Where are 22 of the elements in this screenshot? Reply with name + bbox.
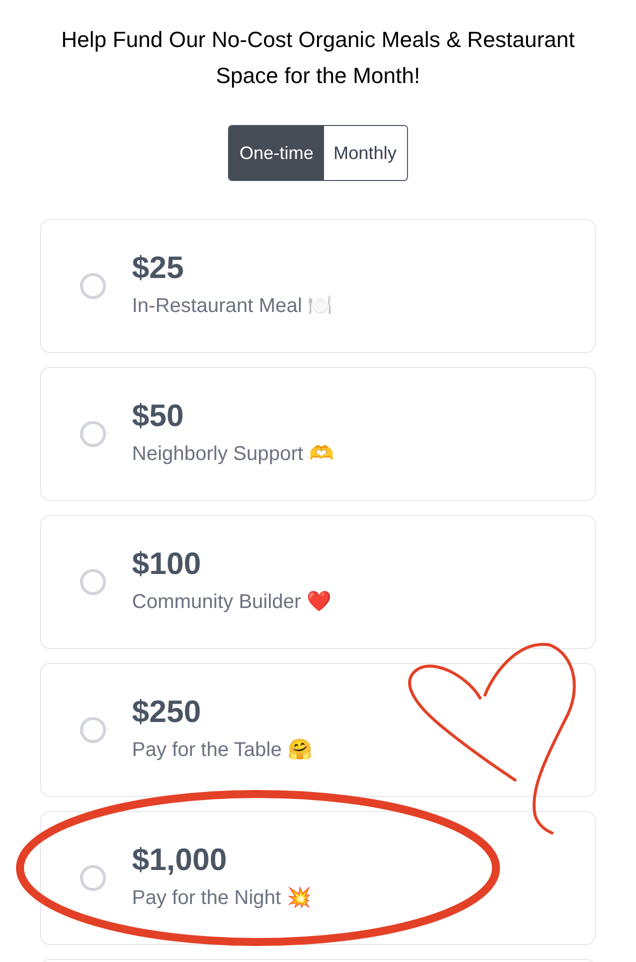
donation-amount: $50 (132, 397, 185, 435)
radio-button[interactable] (80, 717, 106, 743)
radio-button[interactable] (80, 569, 106, 595)
radio-button[interactable] (80, 421, 106, 447)
radio-button[interactable] (80, 273, 106, 299)
donation-amount: $250 (132, 693, 202, 731)
donation-option[interactable]: $250 Pay for the Table 🤗 (40, 663, 596, 797)
donation-option[interactable]: $25 In-Restaurant Meal 🍽 (40, 219, 596, 353)
donation-description: Community Builder ❤ (132, 590, 332, 615)
radio-button[interactable] (80, 865, 106, 891)
donation-option[interactable]: $1,000 Pay for the Night 💥 (40, 811, 596, 945)
donation-description: Pay for the Table 🤗 (132, 738, 312, 763)
donation-option[interactable]: $50 Neighborly Support 🫶 (40, 367, 596, 501)
donation-amount: $1,000 (132, 841, 228, 879)
donation-amount: $25 (132, 249, 185, 287)
donation-amount: $100 (132, 545, 202, 583)
donation-description: Neighborly Support 🫶 (132, 442, 334, 467)
frequency-tab[interactable]: One-time (229, 126, 324, 180)
page-title: Help Fund Our No-Cost Organic Meals & Restaurant Space for the Month! (60, 26, 576, 90)
donation-description: Pay for the Night 💥 (132, 885, 312, 911)
donation-option[interactable]: $100 Community Builder ❤ (40, 515, 596, 649)
donation-description: In-Restaurant Meal 🍽 (132, 294, 333, 319)
